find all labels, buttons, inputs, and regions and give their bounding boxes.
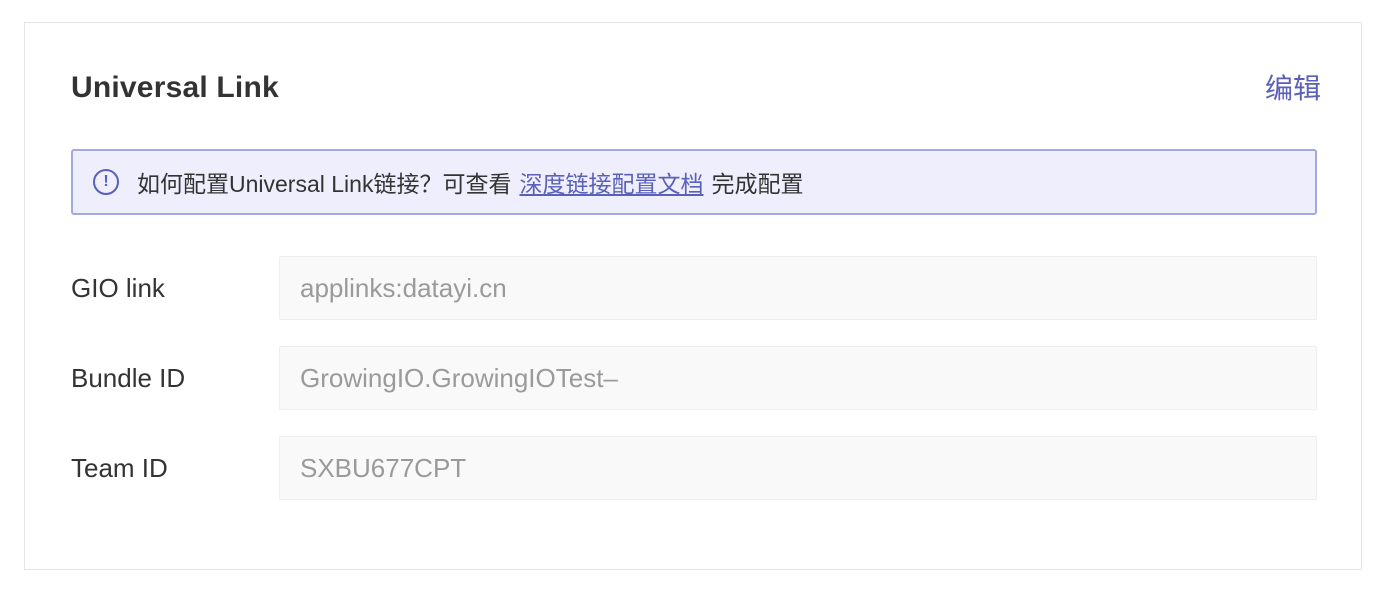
edit-button[interactable]: 编辑 [1265, 67, 1321, 107]
universal-link-card: Universal Link 编辑 ! 如何配置Universal Link链接… [24, 22, 1362, 570]
gio-link-label: GIO link [71, 272, 165, 303]
team-id-label: Team ID [71, 452, 168, 483]
field-row-gio-link: GIO link [71, 256, 1317, 320]
notice-prefix: 如何配置Universal Link链接？可查看 [137, 171, 512, 197]
bundle-id-input[interactable] [279, 346, 1317, 410]
notice-suffix: 完成配置 [711, 171, 804, 197]
team-id-input[interactable] [279, 436, 1317, 500]
field-row-team-id: Team ID [71, 436, 1317, 500]
field-row-bundle-id: Bundle ID [71, 346, 1317, 410]
bundle-id-label: Bundle ID [71, 362, 186, 393]
info-notice: ! 如何配置Universal Link链接？可查看 深度链接配置文档 完成配置 [71, 149, 1317, 215]
card-title: Universal Link [71, 71, 279, 104]
deep-link-doc-link[interactable]: 深度链接配置文档 [519, 171, 703, 197]
notice-text: 如何配置Universal Link链接？可查看 深度链接配置文档 完成配置 [137, 165, 803, 199]
gio-link-input[interactable] [279, 256, 1317, 320]
info-circle-icon: ! [93, 169, 119, 195]
